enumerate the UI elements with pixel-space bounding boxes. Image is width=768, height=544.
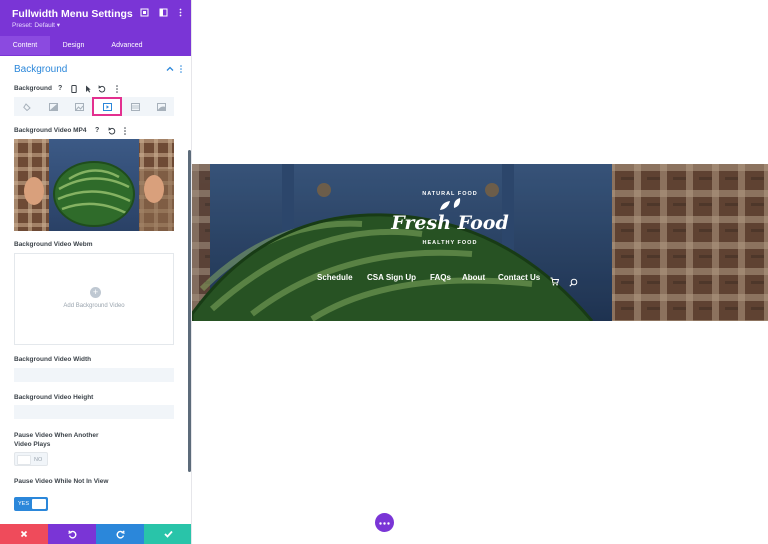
- chevron-up-icon[interactable]: [166, 65, 174, 76]
- video-width-label: Background Video Width: [14, 356, 92, 363]
- gradient-icon[interactable]: [40, 97, 66, 116]
- expand-icon[interactable]: [139, 8, 149, 18]
- fullwidth-menu-hero: NATURAL FOOD Fresh Food HEALTHY FOOD: [192, 164, 768, 321]
- video-webm-upload[interactable]: + Add Background Video: [14, 253, 174, 345]
- toggle-knob: [32, 499, 46, 509]
- hover-icon[interactable]: [85, 85, 91, 96]
- toggle-value: NO: [34, 457, 43, 463]
- nav-item-contact-us[interactable]: Contact Us: [498, 273, 540, 282]
- pause-view-toggle[interactable]: YES: [14, 497, 48, 511]
- toggle-value: YES: [18, 501, 30, 507]
- background-more-icon[interactable]: [115, 85, 119, 96]
- preset-dropdown[interactable]: Preset: Default ▾: [12, 21, 60, 29]
- video-mp4-more-icon[interactable]: [123, 127, 127, 138]
- section-more-icon[interactable]: [179, 65, 183, 76]
- logo-top-text: NATURAL FOOD: [422, 191, 478, 197]
- video-height-input[interactable]: [14, 405, 174, 419]
- section-title-background[interactable]: Background: [14, 64, 67, 75]
- background-label: Background: [14, 85, 52, 92]
- cancel-button[interactable]: [0, 524, 48, 544]
- nav-item-csa-sign-up[interactable]: CSA Sign Up: [367, 273, 416, 282]
- add-video-text[interactable]: Add Background Video: [15, 303, 173, 309]
- undo-icon: [67, 529, 76, 539]
- tab-advanced[interactable]: Advanced: [97, 36, 157, 55]
- nav-item-about[interactable]: About: [462, 273, 485, 282]
- nav-item-schedule[interactable]: Schedule: [317, 273, 353, 282]
- panel-header: Fullwidth Menu Settings Preset: Default …: [0, 0, 191, 56]
- panel-scrollbar[interactable]: [188, 150, 191, 472]
- image-icon[interactable]: [66, 97, 92, 116]
- mask-icon[interactable]: [148, 97, 174, 116]
- close-icon: [20, 530, 28, 538]
- color-icon[interactable]: [14, 97, 40, 116]
- add-icon[interactable]: +: [90, 287, 101, 298]
- pause-view-label: Pause Video While Not In View: [14, 478, 109, 485]
- panel-footer: [0, 524, 191, 544]
- page-settings-button[interactable]: [375, 513, 394, 532]
- more-dots-icon: [379, 522, 390, 525]
- redo-button[interactable]: [96, 524, 144, 544]
- video-mp4-label: Background Video MP4: [14, 127, 87, 134]
- video-webm-label: Background Video Webm: [14, 241, 93, 248]
- pattern-icon[interactable]: [122, 97, 148, 116]
- save-button[interactable]: [144, 524, 191, 544]
- pause-other-toggle[interactable]: NO: [14, 452, 48, 466]
- pause-other-label: Pause Video When Another Video Plays: [14, 432, 99, 448]
- undo-button[interactable]: [48, 524, 96, 544]
- search-icon[interactable]: [569, 274, 578, 292]
- help-icon[interactable]: ?: [95, 127, 99, 135]
- video-width-input[interactable]: [14, 368, 174, 382]
- logo-main-text: Fresh Food: [390, 212, 508, 234]
- background-type-selector: [14, 97, 174, 116]
- video-height-label: Background Video Height: [14, 394, 94, 401]
- reset-icon[interactable]: [98, 85, 106, 96]
- reset-icon[interactable]: [108, 127, 116, 138]
- video-icon[interactable]: [92, 97, 122, 116]
- redo-icon: [116, 529, 125, 539]
- checkmark-icon: [163, 530, 173, 538]
- tab-design[interactable]: Design: [50, 36, 97, 55]
- nav-item-faqs[interactable]: FAQs: [430, 273, 451, 282]
- panel-title: Fullwidth Menu Settings: [12, 8, 133, 20]
- more-options-icon[interactable]: [175, 8, 185, 18]
- logo-bottom-text: HEALTHY FOOD: [423, 240, 478, 246]
- mobile-icon[interactable]: [71, 85, 77, 96]
- cart-icon[interactable]: [550, 273, 560, 291]
- settings-panel: Fullwidth Menu Settings Preset: Default …: [0, 0, 192, 544]
- video-mp4-thumbnail[interactable]: [14, 139, 174, 231]
- tab-content[interactable]: Content: [0, 36, 50, 55]
- split-view-icon[interactable]: [158, 8, 168, 18]
- tab-bar: Content Design Advanced: [0, 36, 191, 55]
- toggle-knob: [17, 455, 31, 465]
- help-icon[interactable]: ?: [58, 85, 62, 93]
